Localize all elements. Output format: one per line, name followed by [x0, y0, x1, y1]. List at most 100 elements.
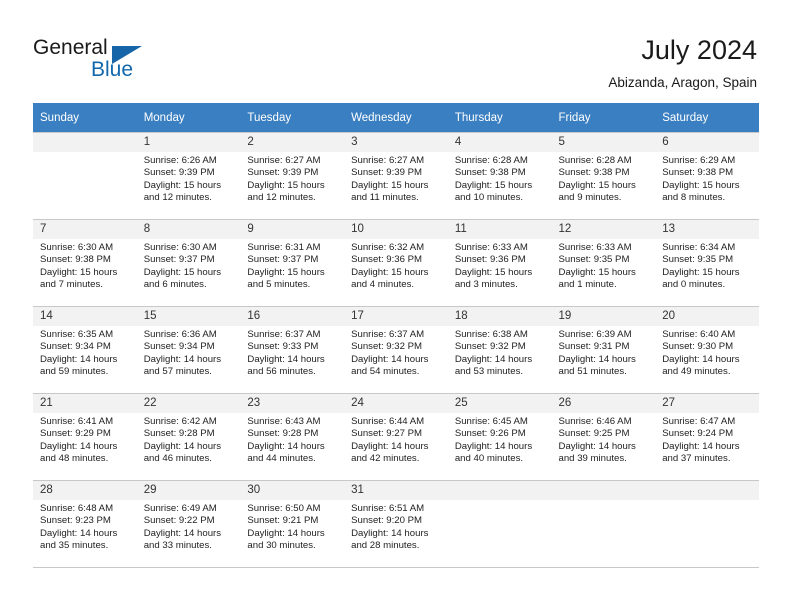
day-number: 11	[447, 220, 552, 239]
calendar-day-cell[interactable]: 24 Sunrise: 6:44 AM Sunset: 9:27 PM Dayli…	[344, 393, 448, 481]
calendar-table: Sunday Monday Tuesday Wednesday Thursday…	[33, 103, 759, 568]
day-number: 4	[447, 133, 552, 152]
calendar-day-cell[interactable]: 19 Sunrise: 6:39 AM Sunset: 9:31 PM Dayli…	[551, 306, 656, 394]
day-cell-inner	[33, 133, 137, 219]
calendar-day-cell[interactable]: 12 Sunrise: 6:33 AM Sunset: 9:35 PM Dayli…	[551, 219, 656, 307]
day-cell-inner: 6 Sunrise: 6:29 AM Sunset: 9:38 PM Daylig…	[655, 133, 759, 219]
day-sun-details: Sunrise: 6:35 AM Sunset: 9:34 PM Dayligh…	[40, 329, 118, 378]
day-cell-inner: 25 Sunrise: 6:45 AM Sunset: 9:26 PM Dayli…	[447, 394, 552, 480]
calendar-day-cell[interactable]: 10 Sunrise: 6:32 AM Sunset: 9:36 PM Dayli…	[344, 219, 448, 307]
calendar-day-cell[interactable]: 11 Sunrise: 6:33 AM Sunset: 9:36 PM Dayli…	[447, 219, 552, 307]
day-cell-inner: 13 Sunrise: 6:34 AM Sunset: 9:35 PM Dayli…	[655, 220, 759, 306]
day-cell-inner: 2 Sunrise: 6:27 AM Sunset: 9:39 PM Daylig…	[240, 133, 345, 219]
day-cell-inner: 3 Sunrise: 6:27 AM Sunset: 9:39 PM Daylig…	[344, 133, 448, 219]
calendar-day-cell[interactable]: 17 Sunrise: 6:37 AM Sunset: 9:32 PM Dayli…	[344, 306, 448, 394]
day-sun-details: Sunrise: 6:50 AM Sunset: 9:21 PM Dayligh…	[247, 503, 325, 552]
day-sun-details: Sunrise: 6:39 AM Sunset: 9:31 PM Dayligh…	[558, 329, 636, 378]
day-number: 7	[33, 220, 137, 239]
day-number: 17	[344, 307, 448, 326]
day-number: 5	[551, 133, 656, 152]
weekday-header-wednesday: Wednesday	[344, 103, 448, 133]
calendar-day-cell[interactable]: 28 Sunrise: 6:48 AM Sunset: 9:23 PM Dayli…	[33, 480, 137, 568]
calendar-day-cell[interactable]: 5 Sunrise: 6:28 AM Sunset: 9:38 PM Daylig…	[551, 132, 656, 220]
day-cell-inner: 5 Sunrise: 6:28 AM Sunset: 9:38 PM Daylig…	[551, 133, 656, 219]
day-sun-details	[33, 152, 137, 155]
calendar-empty-cell	[447, 480, 552, 568]
calendar-day-cell[interactable]: 22 Sunrise: 6:42 AM Sunset: 9:28 PM Dayli…	[136, 393, 241, 481]
day-sun-details: Sunrise: 6:46 AM Sunset: 9:25 PM Dayligh…	[558, 416, 636, 465]
weekday-header-sunday: Sunday	[33, 103, 137, 133]
day-cell-inner: 16 Sunrise: 6:37 AM Sunset: 9:33 PM Dayli…	[240, 307, 345, 393]
day-number: 14	[33, 307, 137, 326]
day-number: 23	[240, 394, 345, 413]
calendar-day-cell[interactable]: 13 Sunrise: 6:34 AM Sunset: 9:35 PM Dayli…	[655, 219, 759, 307]
calendar-page: General Blue July 2024 Abizanda, Aragon,…	[0, 0, 792, 612]
calendar-day-cell[interactable]: 23 Sunrise: 6:43 AM Sunset: 9:28 PM Dayli…	[240, 393, 345, 481]
day-number: 15	[136, 307, 241, 326]
day-number: 3	[344, 133, 448, 152]
day-number	[33, 133, 137, 152]
calendar-day-cell[interactable]: 21 Sunrise: 6:41 AM Sunset: 9:29 PM Dayli…	[33, 393, 137, 481]
day-cell-inner: 24 Sunrise: 6:44 AM Sunset: 9:27 PM Dayli…	[344, 394, 448, 480]
day-sun-details: Sunrise: 6:34 AM Sunset: 9:35 PM Dayligh…	[662, 242, 740, 291]
day-sun-details: Sunrise: 6:47 AM Sunset: 9:24 PM Dayligh…	[662, 416, 740, 465]
calendar-day-cell[interactable]: 6 Sunrise: 6:29 AM Sunset: 9:38 PM Daylig…	[655, 132, 759, 220]
day-number: 22	[136, 394, 241, 413]
day-cell-inner	[447, 481, 552, 567]
day-cell-inner: 23 Sunrise: 6:43 AM Sunset: 9:28 PM Dayli…	[240, 394, 345, 480]
day-cell-inner: 22 Sunrise: 6:42 AM Sunset: 9:28 PM Dayli…	[136, 394, 241, 480]
day-cell-inner	[551, 481, 656, 567]
calendar-day-cell[interactable]: 4 Sunrise: 6:28 AM Sunset: 9:38 PM Daylig…	[447, 132, 552, 220]
calendar-day-cell[interactable]: 16 Sunrise: 6:37 AM Sunset: 9:33 PM Dayli…	[240, 306, 345, 394]
day-number: 21	[33, 394, 137, 413]
calendar-day-cell[interactable]: 8 Sunrise: 6:30 AM Sunset: 9:37 PM Daylig…	[136, 219, 241, 307]
day-sun-details: Sunrise: 6:26 AM Sunset: 9:39 PM Dayligh…	[143, 155, 222, 204]
calendar-day-cell[interactable]: 3 Sunrise: 6:27 AM Sunset: 9:39 PM Daylig…	[344, 132, 448, 220]
day-sun-details: Sunrise: 6:32 AM Sunset: 9:36 PM Dayligh…	[351, 242, 429, 291]
calendar-day-cell[interactable]: 14 Sunrise: 6:35 AM Sunset: 9:34 PM Dayli…	[33, 306, 137, 394]
calendar-day-cell[interactable]: 25 Sunrise: 6:45 AM Sunset: 9:26 PM Dayli…	[447, 393, 552, 481]
calendar-day-cell[interactable]: 20 Sunrise: 6:40 AM Sunset: 9:30 PM Dayli…	[655, 306, 759, 394]
calendar-day-cell[interactable]: 7 Sunrise: 6:30 AM Sunset: 9:38 PM Daylig…	[33, 219, 137, 307]
day-sun-details: Sunrise: 6:28 AM Sunset: 9:38 PM Dayligh…	[454, 155, 533, 204]
day-number: 27	[655, 394, 759, 413]
calendar-day-cell[interactable]: 2 Sunrise: 6:27 AM Sunset: 9:39 PM Daylig…	[240, 132, 345, 220]
calendar-day-cell[interactable]: 1 Sunrise: 6:26 AM Sunset: 9:39 PM Daylig…	[136, 132, 241, 220]
calendar-day-cell[interactable]: 9 Sunrise: 6:31 AM Sunset: 9:37 PM Daylig…	[240, 219, 345, 307]
calendar-week-row: 21 Sunrise: 6:41 AM Sunset: 9:29 PM Dayli…	[33, 393, 759, 481]
day-number	[447, 481, 552, 500]
calendar-day-cell[interactable]: 31 Sunrise: 6:51 AM Sunset: 9:20 PM Dayli…	[344, 480, 448, 568]
page-subtitle-location: Abizanda, Aragon, Spain	[608, 75, 757, 90]
weekday-header-monday: Monday	[136, 103, 241, 133]
calendar-day-cell[interactable]: 18 Sunrise: 6:38 AM Sunset: 9:32 PM Dayli…	[447, 306, 552, 394]
day-sun-details: Sunrise: 6:48 AM Sunset: 9:23 PM Dayligh…	[40, 503, 118, 552]
day-cell-inner: 15 Sunrise: 6:36 AM Sunset: 9:34 PM Dayli…	[136, 307, 241, 393]
calendar-empty-cell	[33, 132, 137, 220]
day-cell-inner: 11 Sunrise: 6:33 AM Sunset: 9:36 PM Dayli…	[447, 220, 552, 306]
day-number: 9	[240, 220, 345, 239]
calendar-day-cell[interactable]: 27 Sunrise: 6:47 AM Sunset: 9:24 PM Dayli…	[655, 393, 759, 481]
calendar-day-cell[interactable]: 26 Sunrise: 6:46 AM Sunset: 9:25 PM Dayli…	[551, 393, 656, 481]
day-number: 1	[136, 133, 241, 152]
day-number: 28	[33, 481, 137, 500]
day-cell-inner: 18 Sunrise: 6:38 AM Sunset: 9:32 PM Dayli…	[447, 307, 552, 393]
day-sun-details: Sunrise: 6:30 AM Sunset: 9:38 PM Dayligh…	[40, 242, 118, 291]
day-cell-inner: 9 Sunrise: 6:31 AM Sunset: 9:37 PM Daylig…	[240, 220, 345, 306]
logo-text-general: General	[33, 36, 108, 59]
page-title: July 2024	[641, 35, 757, 65]
day-cell-inner	[655, 481, 759, 567]
day-cell-inner: 19 Sunrise: 6:39 AM Sunset: 9:31 PM Dayli…	[551, 307, 656, 393]
day-number: 29	[136, 481, 241, 500]
day-cell-inner: 30 Sunrise: 6:50 AM Sunset: 9:21 PM Dayli…	[240, 481, 345, 567]
calendar-day-cell[interactable]: 29 Sunrise: 6:49 AM Sunset: 9:22 PM Dayli…	[136, 480, 241, 568]
day-number: 16	[240, 307, 345, 326]
day-sun-details: Sunrise: 6:27 AM Sunset: 9:39 PM Dayligh…	[247, 155, 325, 204]
day-cell-inner: 21 Sunrise: 6:41 AM Sunset: 9:29 PM Dayli…	[33, 394, 137, 480]
calendar-week-row: 7 Sunrise: 6:30 AM Sunset: 9:38 PM Daylig…	[33, 219, 759, 307]
calendar-day-cell[interactable]: 30 Sunrise: 6:50 AM Sunset: 9:21 PM Dayli…	[240, 480, 345, 568]
day-cell-inner: 26 Sunrise: 6:46 AM Sunset: 9:25 PM Dayli…	[551, 394, 656, 480]
day-sun-details: Sunrise: 6:43 AM Sunset: 9:28 PM Dayligh…	[247, 416, 325, 465]
weekday-header-friday: Friday	[551, 103, 656, 133]
calendar-day-cell[interactable]: 15 Sunrise: 6:36 AM Sunset: 9:34 PM Dayli…	[136, 306, 241, 394]
day-sun-details: Sunrise: 6:33 AM Sunset: 9:36 PM Dayligh…	[454, 242, 533, 291]
